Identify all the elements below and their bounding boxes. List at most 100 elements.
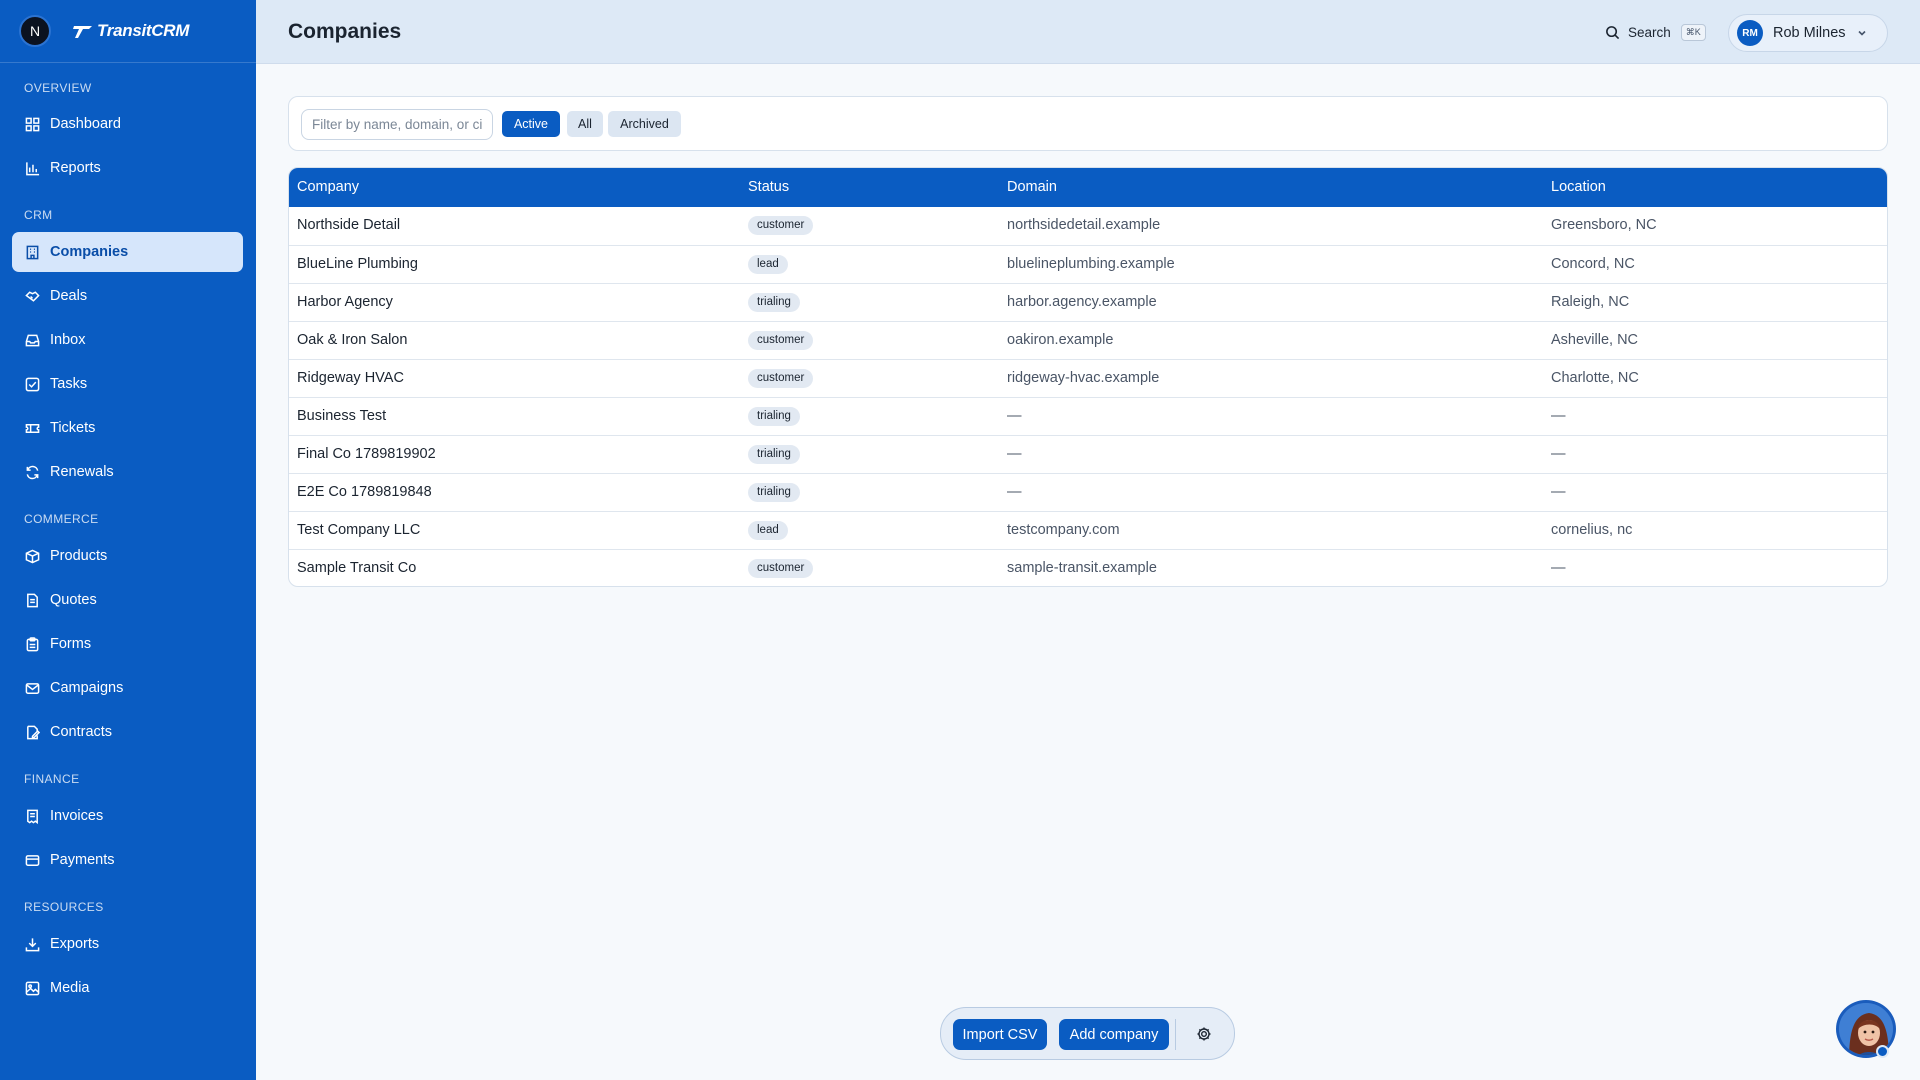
sidebar-item-tickets[interactable]: Tickets xyxy=(12,408,243,448)
table-row[interactable]: BlueLine Plumbing lead bluelineplumbing.ex… xyxy=(289,245,1887,283)
search-icon xyxy=(1606,25,1620,39)
sidebar-item-quotes[interactable]: Quotes xyxy=(12,580,243,620)
user-menu-button[interactable]: RM Rob Milnes xyxy=(1728,14,1888,52)
credit-card-icon xyxy=(24,852,40,868)
sidebar-item-label: Payments xyxy=(50,852,115,868)
search-shortcut-badge: ⌘K xyxy=(1680,23,1706,41)
sidebar-item-dashboard[interactable]: Dashboard xyxy=(12,104,243,144)
sidebar-item-label: Products xyxy=(50,548,108,564)
sidebar-item-contracts[interactable]: Contracts xyxy=(12,712,243,752)
cell-status: trialing xyxy=(748,284,800,321)
sidebar-item-label: Tickets xyxy=(50,420,96,436)
status-badge: customer xyxy=(748,368,814,388)
sidebar-item-payments[interactable]: Payments xyxy=(12,840,243,880)
status-badge: customer xyxy=(748,215,814,235)
cell-location: Greensboro, NC xyxy=(1551,217,1657,233)
filter-all-button[interactable]: All xyxy=(567,111,603,137)
cell-company: Sample Transit Co xyxy=(297,560,417,576)
cell-domain: testcompany.com xyxy=(1007,522,1120,538)
cell-company: Northside Detail xyxy=(297,217,401,233)
dashboard-icon xyxy=(24,116,40,132)
table-row[interactable]: Sample Transit Co customer sample-transit.… xyxy=(289,549,1887,586)
user-name: Rob Milnes xyxy=(1773,25,1846,41)
search-button[interactable]: Search ⌘K xyxy=(1605,20,1706,44)
gear-icon[interactable] xyxy=(1194,1024,1214,1044)
table-row[interactable]: Harbor Agency trialing harbor.agency.examp… xyxy=(289,283,1887,321)
workspace-avatar[interactable]: N xyxy=(19,15,51,47)
cell-location: cornelius, nc xyxy=(1551,522,1633,538)
sidebar-item-renewals[interactable]: Renewals xyxy=(12,452,243,492)
import-csv-button[interactable]: Import CSV xyxy=(953,1019,1047,1050)
sidebar-item-deals[interactable]: Deals xyxy=(12,276,243,316)
receipt-icon xyxy=(24,808,40,824)
sidebar-item-reports[interactable]: Reports xyxy=(12,148,243,188)
assistant-status-dot xyxy=(1876,1045,1889,1058)
cell-domain: ridgeway-hvac.example xyxy=(1007,370,1160,386)
divider xyxy=(1175,1019,1176,1050)
column-header-domain[interactable]: Domain xyxy=(1007,168,1057,207)
sidebar-section-finance: FINANCE xyxy=(24,772,80,786)
column-header-location[interactable]: Location xyxy=(1551,168,1606,207)
cell-domain: — xyxy=(1007,408,1022,424)
column-header-status[interactable]: Status xyxy=(748,168,789,207)
cell-status: lead xyxy=(748,512,788,549)
sidebar-item-label: Quotes xyxy=(50,592,97,608)
sidebar-item-campaigns[interactable]: Campaigns xyxy=(12,668,243,708)
sidebar-item-tasks[interactable]: Tasks xyxy=(12,364,243,404)
sidebar-section-overview: OVERVIEW xyxy=(24,81,92,95)
sidebar-item-companies[interactable]: Companies xyxy=(12,232,243,272)
cell-location: Asheville, NC xyxy=(1551,332,1639,348)
sidebar-section-commerce: COMMERCE xyxy=(24,512,99,526)
table-row[interactable]: Business Test trialing — — xyxy=(289,397,1887,435)
sidebar-item-invoices[interactable]: Invoices xyxy=(12,796,243,836)
filter-active-button[interactable]: Active xyxy=(502,111,560,137)
bar-chart-icon xyxy=(24,160,40,176)
status-badge: customer xyxy=(748,330,814,350)
sidebar-item-forms[interactable]: Forms xyxy=(12,624,243,664)
sidebar-item-media[interactable]: Media xyxy=(12,968,243,1008)
table-body: Northside Detail customer northsidedetail.… xyxy=(289,207,1887,586)
cell-company: Harbor Agency xyxy=(297,294,393,310)
cell-location: Raleigh, NC xyxy=(1551,294,1630,310)
document-icon xyxy=(24,592,40,608)
cell-status: trialing xyxy=(748,436,800,473)
sidebar-section-crm: CRM xyxy=(24,208,53,222)
cell-company: Oak & Iron Salon xyxy=(297,332,408,348)
filter-input[interactable] xyxy=(301,109,493,140)
sidebar-item-label: Inbox xyxy=(50,332,86,348)
table-header: Company Status Domain Location xyxy=(289,168,1887,207)
sidebar-item-label: Dashboard xyxy=(50,116,121,132)
chevron-down-icon xyxy=(1857,30,1866,36)
cell-location: — xyxy=(1551,560,1566,576)
sidebar-item-inbox[interactable]: Inbox xyxy=(12,320,243,360)
cell-location: — xyxy=(1551,484,1566,500)
filter-archived-button[interactable]: Archived xyxy=(608,111,681,137)
table-row[interactable]: Test Company LLC lead testcompany.com corne… xyxy=(289,511,1887,549)
cell-company: Ridgeway HVAC xyxy=(297,370,404,386)
table-row[interactable]: Ridgeway HVAC customer ridgeway-hvac.examp… xyxy=(289,359,1887,397)
sidebar-item-label: Deals xyxy=(50,288,88,304)
table-row[interactable]: Final Co 1789819902 trialing — — xyxy=(289,435,1887,473)
cell-status: customer xyxy=(748,550,814,586)
cell-company: Final Co 1789819902 xyxy=(297,446,436,462)
handshake-icon xyxy=(24,288,40,304)
cell-location: Concord, NC xyxy=(1551,256,1635,272)
table-row[interactable]: Northside Detail customer northsidedetail.… xyxy=(289,207,1887,245)
cell-domain: — xyxy=(1007,446,1022,462)
column-header-company[interactable]: Company xyxy=(297,168,359,207)
ticket-icon xyxy=(24,420,40,436)
top-bar: Companies Search ⌘K RM Rob Milnes xyxy=(256,0,1920,64)
floating-action-bar: Import CSV Add company xyxy=(940,1007,1235,1060)
sidebar-item-exports[interactable]: Exports xyxy=(12,924,243,964)
app-logo[interactable]: TransitCRM xyxy=(72,21,189,41)
cell-status: lead xyxy=(748,246,788,283)
sidebar-item-products[interactable]: Products xyxy=(12,536,243,576)
status-badge: trialing xyxy=(748,292,800,312)
sidebar-item-label: Invoices xyxy=(50,808,104,824)
table-row[interactable]: E2E Co 1789819848 trialing — — xyxy=(289,473,1887,511)
package-icon xyxy=(24,548,40,564)
add-company-button[interactable]: Add company xyxy=(1059,1019,1169,1050)
sidebar: N TransitCRM OVERVIEW CRM COMMERCE FINAN… xyxy=(0,0,256,1080)
table-row[interactable]: Oak & Iron Salon customer oakiron.example A… xyxy=(289,321,1887,359)
sidebar-item-label: Media xyxy=(50,980,90,996)
